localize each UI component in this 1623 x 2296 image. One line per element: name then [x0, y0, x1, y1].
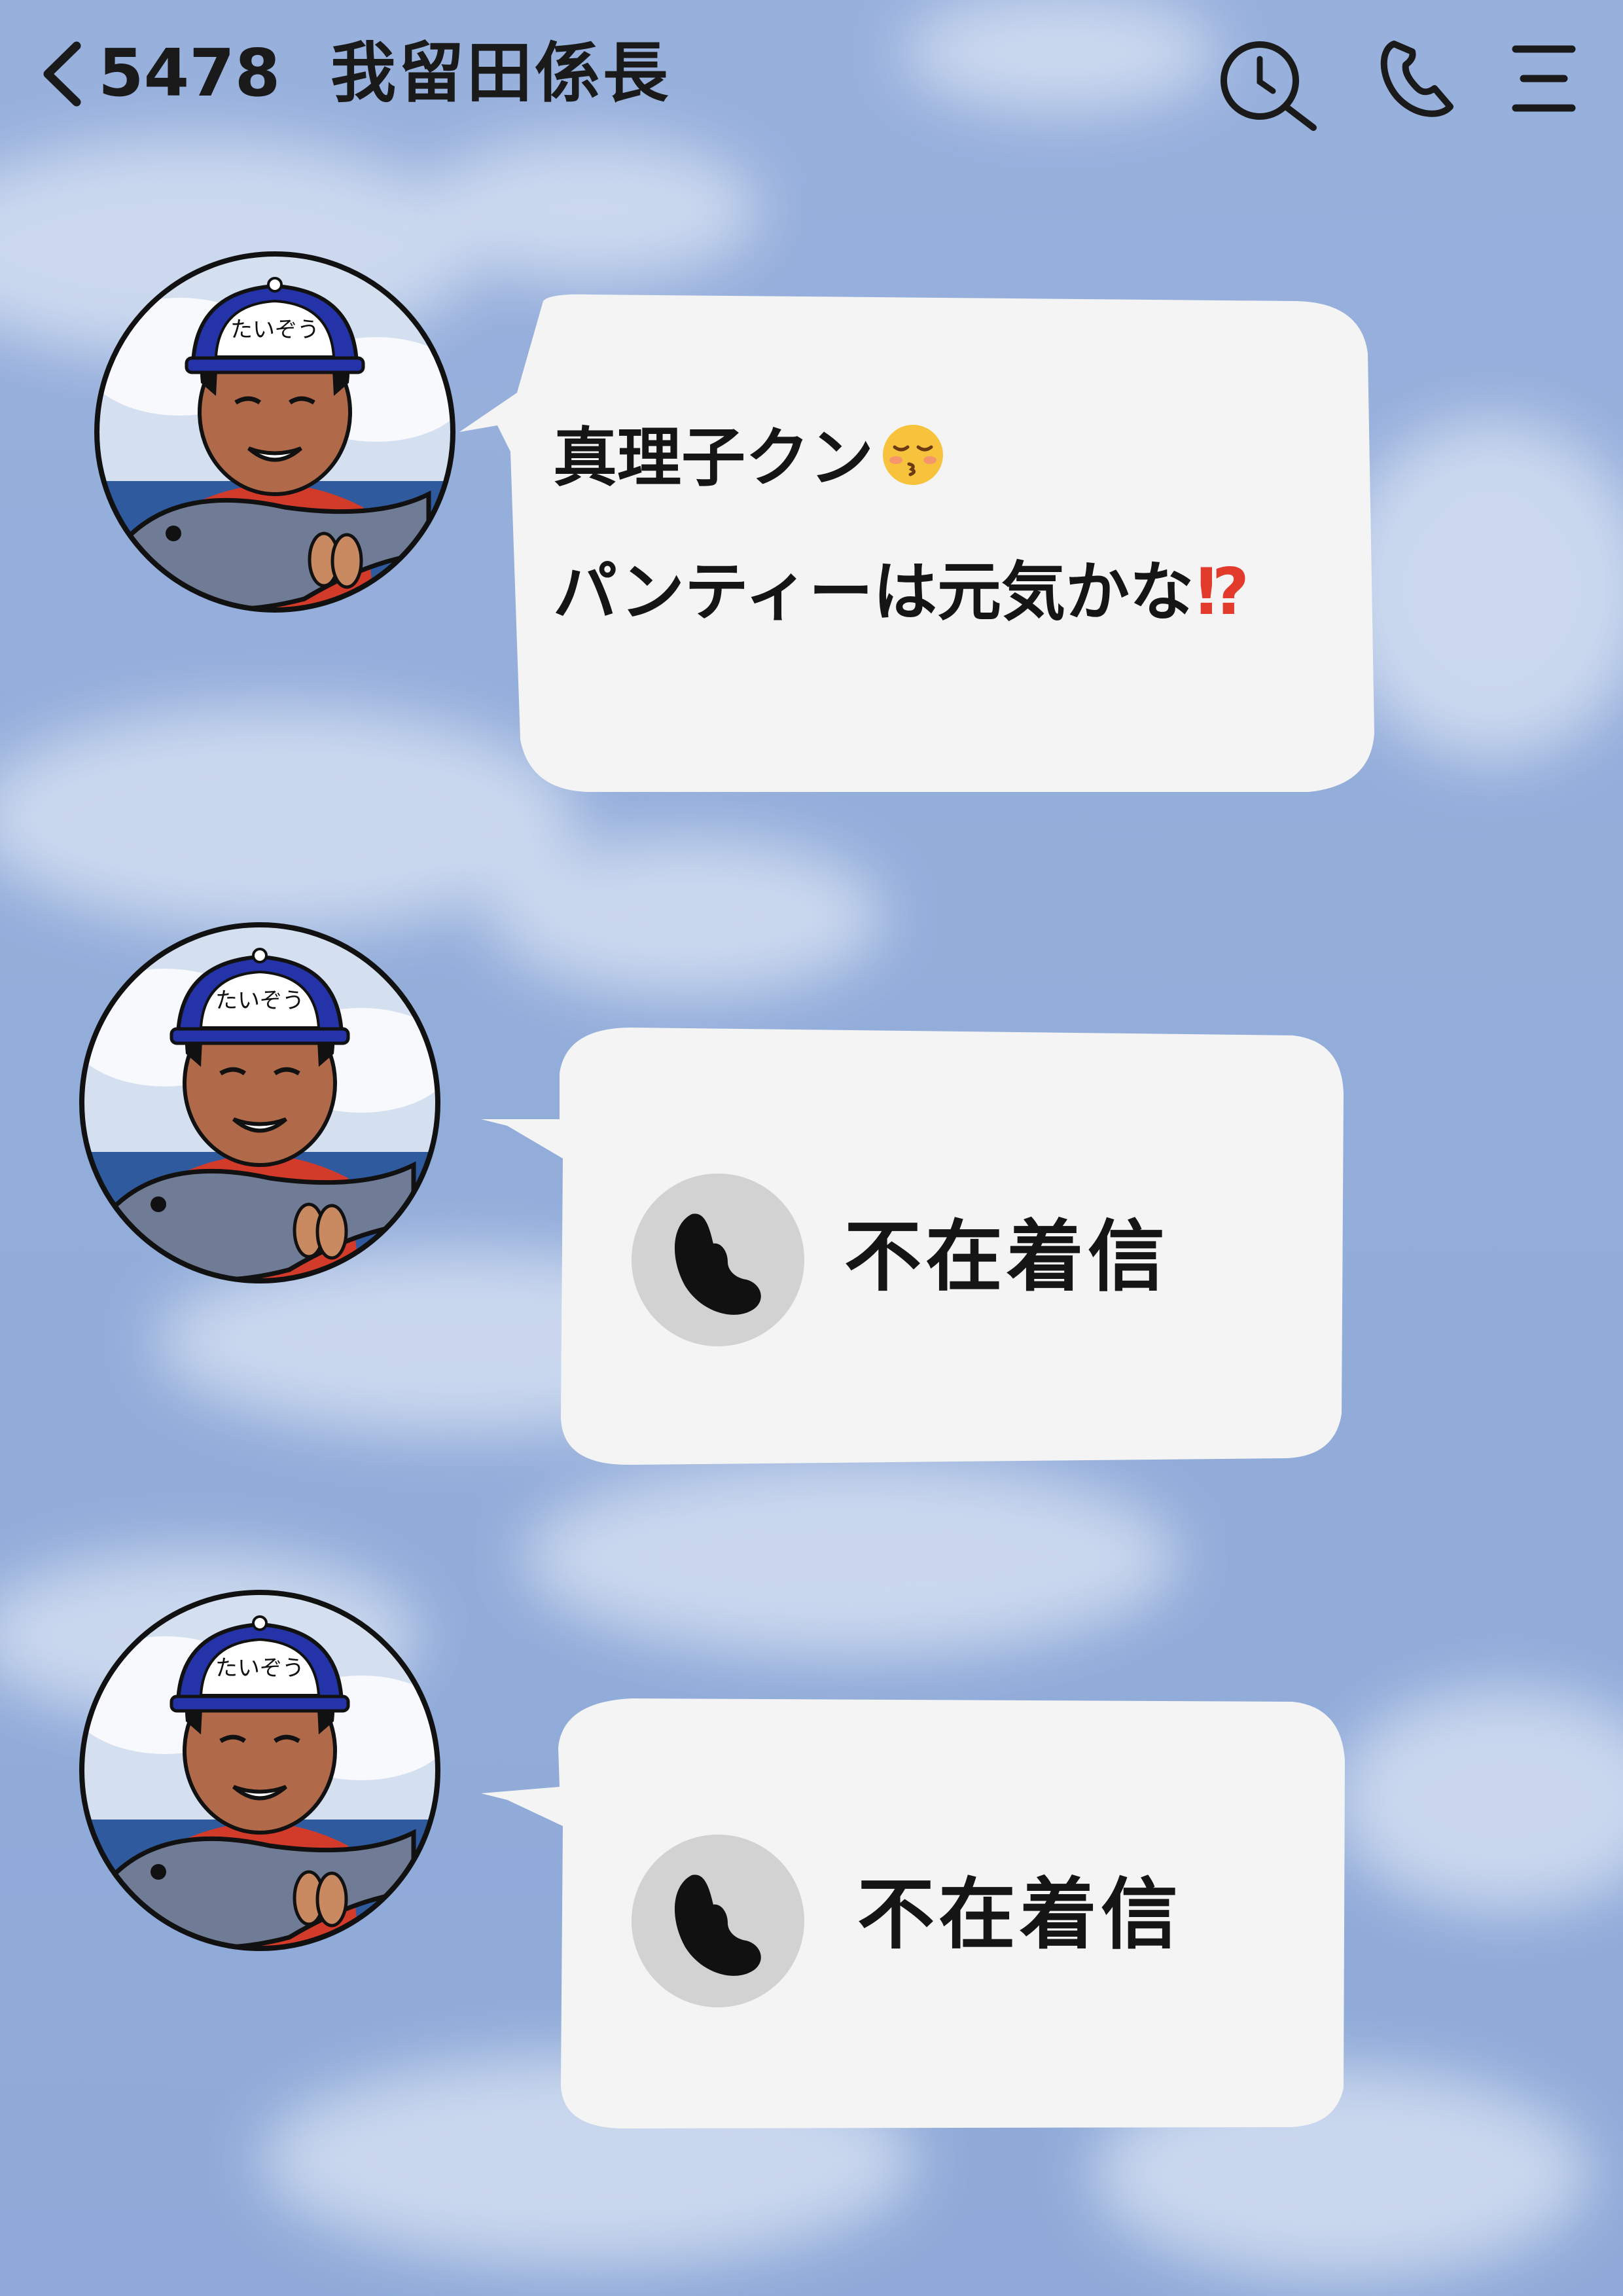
search-history-icon [1221, 41, 1317, 131]
exclamation-question-mark: ⁉ [1196, 555, 1250, 630]
avatar[interactable] [88, 245, 461, 619]
avatar-man-with-fish-icon [73, 1584, 446, 1957]
unread-count[interactable]: 5478 [98, 34, 280, 113]
phone-icon [632, 1174, 804, 1346]
back-button[interactable] [36, 38, 88, 110]
missed-call-label: 不在着信 [857, 1869, 1183, 1960]
message-line: パンティーは元気かな⁉ [553, 555, 1250, 630]
chat-title: 我留田係長 [330, 35, 671, 111]
search-history-button[interactable] [1214, 36, 1319, 137]
phone-icon [1380, 41, 1454, 117]
chat-header: 5478 我留田係長 [0, 0, 1623, 151]
chevron-left-icon [43, 41, 81, 107]
avatar-man-with-fish-icon [88, 245, 461, 619]
avatar-man-with-fish-icon [73, 916, 446, 1289]
call-button[interactable] [1374, 36, 1459, 124]
message-line: 真理子クン [553, 419, 946, 497]
missed-call-label: 不在着信 [844, 1211, 1169, 1302]
message-bubble[interactable] [458, 288, 1394, 805]
menu-button[interactable] [1512, 43, 1577, 117]
kissing-face-icon [883, 425, 944, 485]
menu-icon [1512, 45, 1576, 112]
avatar[interactable] [73, 1584, 446, 1957]
avatar[interactable] [73, 916, 446, 1289]
phone-icon [632, 1835, 804, 2007]
